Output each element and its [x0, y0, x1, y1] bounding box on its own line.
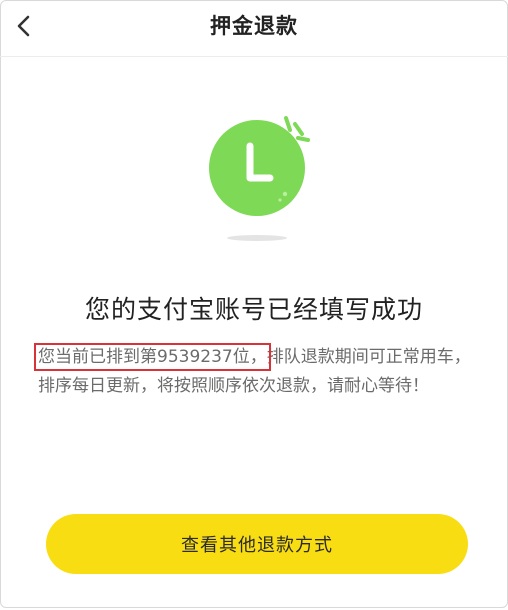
other-refund-methods-button[interactable]: 查看其他退款方式 [46, 514, 468, 574]
status-illustration [200, 108, 320, 248]
nav-divider [0, 56, 508, 57]
page-title: 押金退款 [210, 14, 298, 38]
success-heading: 您的支付宝账号已经填写成功 [84, 295, 423, 324]
clock-icon [209, 116, 310, 241]
queue-description: 您当前已排到第9539237位，排队退款期间可正常用车，排序每日更新，将按照顺序… [34, 343, 474, 401]
queue-position-highlight: 您当前已排到第9539237位， [34, 343, 271, 371]
nav-bar: 押金退款 [0, 0, 508, 56]
